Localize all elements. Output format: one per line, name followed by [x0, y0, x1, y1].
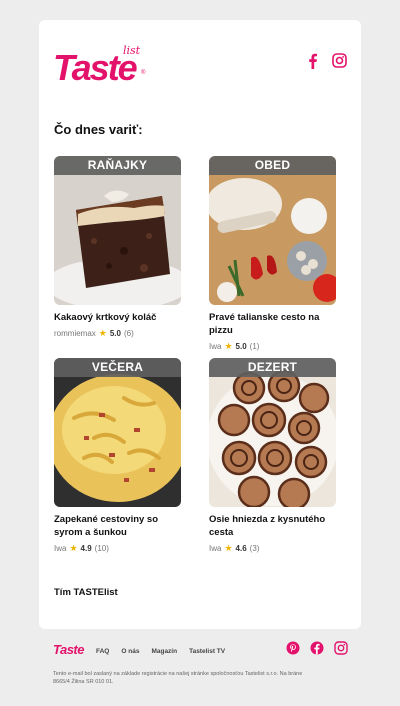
footer-link-faq[interactable]: FAQ	[96, 648, 109, 655]
star-icon: ★	[98, 328, 107, 338]
recipe-card-lunch[interactable]: OBED Pravé talianske cesto na pizzu Iwa …	[209, 156, 336, 352]
cinnamon-rolls-photo	[209, 358, 336, 507]
recipe-rating: 4.9	[80, 544, 92, 553]
email-card: Taste list ® Čo dnes variť: RAŇAJKY Kaka…	[39, 20, 361, 629]
category-badge: OBED	[209, 156, 336, 175]
cake-photo	[54, 156, 181, 305]
recipe-title[interactable]: Zapekané cestoviny so syrom a šunkou	[54, 513, 181, 539]
recipe-rating: 5.0	[109, 329, 121, 338]
category-badge: RAŇAJKY	[54, 156, 181, 175]
logo-sub: list	[123, 44, 141, 57]
recipe-card-breakfast[interactable]: RAŇAJKY Kakaový krtkový koláč rommiemax …	[54, 156, 181, 339]
recipe-author[interactable]: Iwa	[209, 544, 221, 553]
recipe-card-dessert[interactable]: DEZERT Osie hniezda z kysnutého cesta Iw…	[209, 358, 336, 554]
pasta-bake-photo	[54, 358, 181, 507]
footer-link-magazine[interactable]: Magazín	[151, 648, 177, 655]
logo-registered-mark: ®	[141, 70, 146, 76]
recipe-rating: 4.6	[235, 544, 247, 553]
recipe-image[interactable]: VEČERA	[54, 358, 181, 507]
signature: Tím TASTElist	[54, 587, 118, 598]
pinterest-icon[interactable]	[286, 641, 300, 655]
footer-logo[interactable]: Taste	[53, 642, 84, 657]
recipe-title[interactable]: Osie hniezda z kysnutého cesta	[209, 513, 336, 539]
recipe-meta: rommiemax ★ 5.0 (6)	[54, 328, 181, 339]
footer-link-tv[interactable]: Tastelist TV	[189, 648, 225, 655]
recipe-image[interactable]: RAŇAJKY	[54, 156, 181, 305]
recipe-meta: Iwa ★ 4.9 (10)	[54, 543, 181, 554]
category-badge: DEZERT	[209, 358, 336, 377]
recipe-image[interactable]: DEZERT	[209, 358, 336, 507]
recipe-image[interactable]: OBED	[209, 156, 336, 305]
star-icon: ★	[69, 543, 78, 553]
footer-link-about[interactable]: O nás	[121, 648, 139, 655]
tastelist-logo[interactable]: Taste list ®	[53, 44, 146, 88]
instagram-icon[interactable]	[334, 641, 348, 655]
recipe-author[interactable]: Iwa	[209, 342, 221, 351]
recipe-meta: Iwa ★ 4.6 (3)	[209, 543, 336, 554]
facebook-icon[interactable]	[310, 641, 324, 655]
recipe-author[interactable]: Iwa	[54, 544, 66, 553]
pizza-dough-photo	[209, 156, 336, 305]
recipe-title[interactable]: Pravé talianske cesto na pizzu	[209, 311, 336, 337]
recipe-author[interactable]: rommiemax	[54, 329, 96, 338]
footer-links: FAQ O nás Magazín Tastelist TV	[96, 648, 225, 655]
recipe-rating-count: (3)	[249, 544, 260, 553]
recipe-card-dinner[interactable]: VEČERA Zapekané cestoviny so syrom a šun…	[54, 358, 181, 554]
recipe-rating-count: (6)	[123, 329, 134, 338]
recipe-rating: 5.0	[235, 342, 247, 351]
facebook-icon[interactable]	[306, 53, 320, 69]
star-icon: ★	[224, 543, 233, 553]
instagram-icon[interactable]	[332, 53, 347, 68]
recipe-meta: Iwa ★ 5.0 (1)	[209, 341, 336, 352]
recipe-title[interactable]: Kakaový krtkový koláč	[54, 311, 181, 324]
recipe-rating-count: (1)	[249, 342, 260, 351]
category-badge: VEČERA	[54, 358, 181, 377]
section-heading: Čo dnes variť:	[54, 122, 143, 137]
footer-note: Tento e-mail bol zaslaný na základe regi…	[53, 671, 303, 685]
star-icon: ★	[224, 341, 233, 351]
recipe-rating-count: (10)	[94, 544, 109, 553]
